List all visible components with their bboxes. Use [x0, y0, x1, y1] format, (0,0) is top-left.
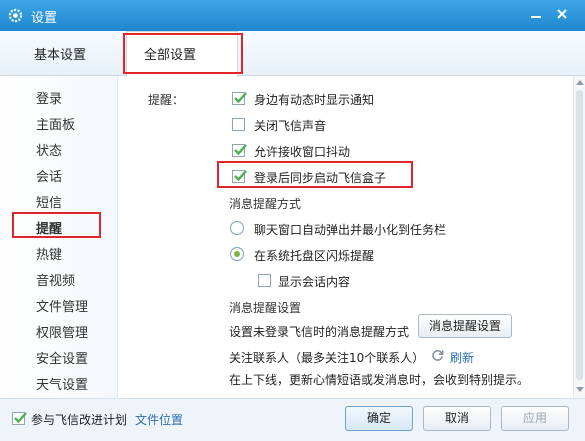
- notify-settings-desc: 设置未登录飞信时的消息提醒方式: [229, 325, 410, 339]
- sidebar-item-session[interactable]: 会话: [36, 166, 62, 185]
- tab-basic-settings[interactable]: 基本设置: [34, 44, 86, 63]
- close-button[interactable]: [551, 4, 573, 24]
- join-plan-checkbox[interactable]: [12, 412, 27, 425]
- sidebar-item-file-mgmt[interactable]: 文件管理: [36, 296, 88, 315]
- sidebar: 登录 主面板 状态 会话 短信 提醒 热键 音视频 文件管理 权限管理 安全设置…: [0, 76, 118, 398]
- notify-mode-heading: 消息提醒方式: [229, 197, 302, 211]
- tab-bar: 基本设置 全部设置: [0, 31, 585, 77]
- checkmark-icon: [234, 92, 247, 104]
- highlight-box-reminder: [12, 212, 101, 238]
- title-bar: 设置: [0, 0, 585, 31]
- sidebar-item-weather[interactable]: 天气设置: [36, 374, 88, 393]
- option-mute-sound-checkbox[interactable]: [232, 118, 245, 131]
- ok-button[interactable]: 确定: [345, 406, 413, 431]
- window-title: 设置: [31, 11, 58, 26]
- option-mute-sound-label: 关闭飞信声音: [254, 119, 327, 133]
- minimize-button[interactable]: [525, 4, 547, 24]
- show-content-checkbox[interactable]: [258, 274, 271, 287]
- scrollbar[interactable]: [573, 76, 585, 398]
- apply-button[interactable]: 应用: [501, 406, 569, 431]
- scrollbar-thumb[interactable]: [576, 90, 583, 380]
- follow-contacts-note: 在上下线，更新心情短语或发消息时，会收到特别提示。: [229, 373, 530, 387]
- sidebar-item-security[interactable]: 安全设置: [36, 348, 88, 367]
- option-window-shake-label: 允许接收窗口抖动: [254, 145, 351, 159]
- gear-icon: [8, 8, 23, 23]
- sidebar-item-main-panel[interactable]: 主面板: [36, 114, 75, 133]
- highlight-box-tab: [123, 33, 243, 74]
- follow-contacts-label: 关注联系人（最多关注10个联系人）: [229, 351, 425, 365]
- settings-content: 提醒： 身边有动态时显示通知 关闭飞信声音 允许接收窗口抖动 登录后同步启动飞信…: [118, 76, 573, 398]
- highlight-box-option: [217, 161, 413, 188]
- radio-tray-label: 在系统托盘区闪烁提醒: [254, 249, 375, 263]
- option-window-shake-checkbox[interactable]: [232, 144, 247, 157]
- sidebar-item-permissions[interactable]: 权限管理: [36, 322, 88, 341]
- radio-popup-label: 聊天窗口自动弹出并最小化到任务栏: [254, 223, 447, 237]
- show-content-label: 显示会话内容: [278, 275, 351, 289]
- sidebar-item-status[interactable]: 状态: [36, 140, 62, 159]
- footer-bar: 参与飞信改进计划 文件位置 确定 取消 应用: [0, 398, 585, 441]
- scroll-down-arrow-icon[interactable]: [576, 387, 584, 392]
- radio-tray[interactable]: [230, 247, 244, 261]
- reminder-label: 提醒：: [148, 93, 185, 107]
- option-dynamic-notify-label: 身边有动态时显示通知: [254, 93, 375, 107]
- checkmark-icon: [234, 144, 247, 156]
- refresh-link[interactable]: 刷新: [450, 349, 474, 366]
- notify-settings-heading: 消息提醒设置: [229, 301, 302, 315]
- notify-settings-button[interactable]: 消息提醒设置: [418, 314, 512, 338]
- checkmark-icon: [14, 412, 27, 424]
- scroll-up-arrow-icon[interactable]: [576, 80, 584, 85]
- sidebar-item-av[interactable]: 音视频: [36, 270, 75, 289]
- file-location-link[interactable]: 文件位置: [135, 411, 183, 428]
- close-icon: [557, 9, 567, 19]
- minimize-icon: [531, 16, 541, 18]
- sidebar-item-sms[interactable]: 短信: [36, 192, 62, 211]
- refresh-icon[interactable]: [431, 349, 444, 362]
- option-dynamic-notify-checkbox[interactable]: [232, 92, 247, 105]
- sidebar-item-hotkey[interactable]: 热键: [36, 244, 62, 263]
- cancel-button[interactable]: 取消: [423, 406, 491, 431]
- radio-popup[interactable]: [230, 221, 244, 235]
- sidebar-item-login[interactable]: 登录: [36, 88, 62, 107]
- join-plan-label: 参与飞信改进计划: [31, 413, 128, 427]
